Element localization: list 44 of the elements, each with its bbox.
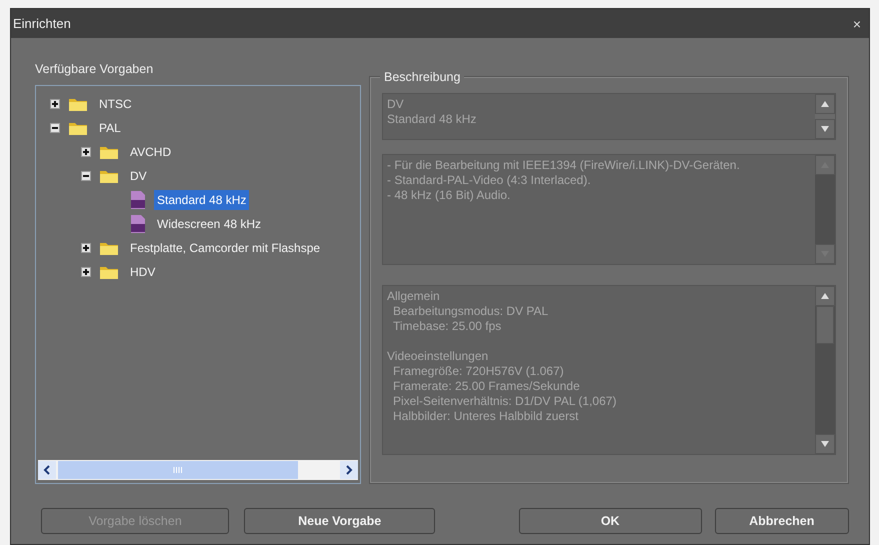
detail-heading: Videoeinstellungen xyxy=(387,349,490,364)
scroll-down-icon[interactable] xyxy=(815,119,835,139)
preset-file-icon xyxy=(130,214,146,234)
detail-line: Halbbilder: Unteres Halbbild zuerst xyxy=(392,409,580,424)
dialog-button[interactable]: Abbrechen xyxy=(714,508,849,534)
tree-item[interactable]: PAL xyxy=(96,118,124,138)
detail-line: Pixel-Seitenverhältnis: D1/DV PAL (1,067) xyxy=(392,394,618,409)
expander-icon[interactable] xyxy=(81,170,91,181)
detail-line: Bearbeitungsmodus: DV PAL xyxy=(392,304,550,319)
tree-item[interactable]: Standard 48 kHz xyxy=(154,190,250,210)
description-line: - Standard-PAL-Video (4:3 Interlaced). xyxy=(387,173,592,188)
scroll-up-icon[interactable] xyxy=(815,94,835,114)
horizontal-scrollbar[interactable] xyxy=(38,460,358,480)
expander-icon[interactable] xyxy=(50,122,60,133)
detail-line: Framegröße: 720H576V (1.067) xyxy=(392,364,565,379)
expander-icon[interactable] xyxy=(50,98,60,109)
tree-item[interactable]: NTSC xyxy=(96,94,135,114)
scroll-left-icon[interactable] xyxy=(38,461,56,479)
close-button[interactable]: × xyxy=(852,16,861,30)
dialog-button[interactable]: OK xyxy=(518,508,702,534)
tree-item[interactable]: AVCHD xyxy=(127,142,174,162)
scroll-up-icon[interactable] xyxy=(815,286,835,306)
preset-file-icon xyxy=(130,190,146,210)
scroll-down-icon[interactable] xyxy=(815,434,835,454)
scroll-right-icon[interactable] xyxy=(340,461,358,479)
scrollbar-thumb[interactable] xyxy=(816,306,834,344)
description-line: - 48 kHz (16 Bit) Audio. xyxy=(387,188,512,203)
description-line: - Für die Bearbeitung mit IEEE1394 (FireWire/i.LINK)-DV-Geräten. xyxy=(387,158,741,173)
expander-icon[interactable] xyxy=(81,146,91,157)
dialog-button[interactable]: Neue Vorgabe xyxy=(244,508,435,534)
tree-item[interactable]: Festplatte, Camcorder mit Flashspe xyxy=(127,238,324,258)
detail-line: Timebase: 25.00 fps xyxy=(392,319,502,334)
detail-line: Framerate: 25.00 Frames/Sekunde xyxy=(392,379,581,394)
tree-item[interactable]: DV xyxy=(127,166,150,186)
expander-icon[interactable] xyxy=(81,242,91,253)
description-line: Standard 48 kHz xyxy=(387,112,478,127)
tree-item[interactable]: Widescreen 48 kHz xyxy=(154,214,264,234)
window-title: Einrichten xyxy=(13,14,71,33)
expander-icon[interactable] xyxy=(81,266,91,277)
description-line: DV xyxy=(387,97,405,112)
scrollbar-thumb[interactable] xyxy=(58,461,298,479)
tree-item[interactable]: HDV xyxy=(127,262,158,282)
section-label: Verfügbare Vorgaben xyxy=(35,61,154,78)
detail-heading: Allgemein xyxy=(387,289,441,304)
